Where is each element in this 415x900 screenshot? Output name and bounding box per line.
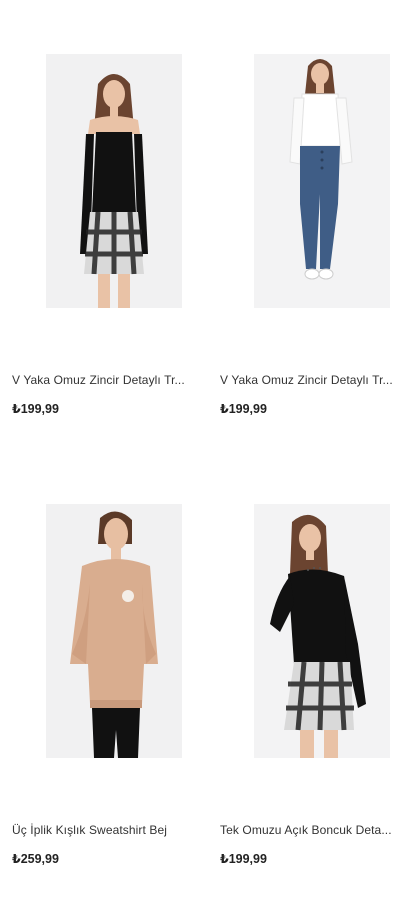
product-title[interactable]: V Yaka Omuz Zincir Detaylı Tr... [12, 373, 202, 387]
product-price: ₺259,99 [12, 852, 59, 866]
product-image[interactable] [46, 54, 182, 308]
model-photo [46, 54, 182, 308]
product-grid: V Yaka Omuz Zincir Detaylı Tr... ₺199,99 [0, 0, 415, 900]
product-title[interactable]: V Yaka Omuz Zincir Detaylı Tr... [220, 373, 410, 387]
product-price: ₺199,99 [220, 402, 267, 416]
product-title[interactable]: Tek Omuzu Açık Boncuk Deta... [220, 823, 410, 837]
product-image[interactable] [254, 504, 390, 758]
model-photo [254, 504, 390, 758]
product-image[interactable] [254, 54, 390, 308]
model-photo [254, 54, 390, 308]
product-price: ₺199,99 [220, 852, 267, 866]
product-title[interactable]: Üç İplik Kışlık Sweatshirt Bej [12, 823, 202, 837]
product-image[interactable] [46, 504, 182, 758]
product-price: ₺199,99 [12, 402, 59, 416]
model-photo [46, 504, 182, 758]
